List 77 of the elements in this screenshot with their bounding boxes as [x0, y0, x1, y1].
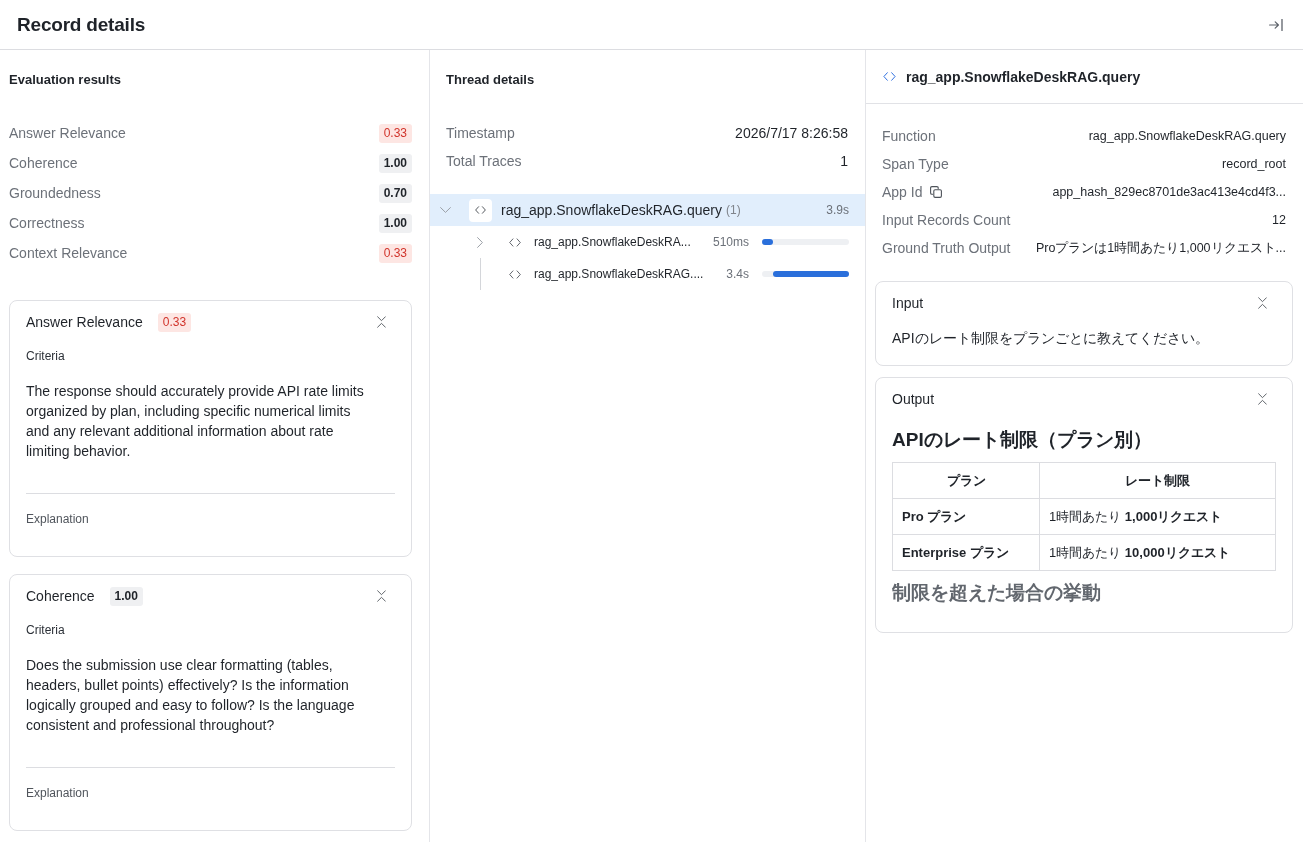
input-text: APIのレート制限をプランごとに教えてください。 — [892, 329, 1210, 348]
span-name: rag_app.SnowflakeDeskRAG.... — [534, 267, 704, 281]
chevrons-collapse-icon — [377, 316, 386, 328]
close-panel-button[interactable] — [1269, 18, 1283, 31]
span-count: (1) — [726, 203, 741, 217]
metric-label: Correctness — [9, 215, 85, 231]
metric-name: Coherence — [26, 587, 95, 606]
output-heading: APIのレート制限（プラン別） — [892, 428, 1153, 452]
score-badge: 0.70 — [378, 183, 412, 203]
property-value: 2026/7/17 8:26:58 — [735, 125, 848, 141]
span-title: rag_app.SnowflakeDeskRAG.query — [906, 68, 1141, 85]
section-title: Thread details — [446, 71, 536, 89]
property-value: 12 — [1272, 213, 1286, 227]
score-badge: 1.00 — [378, 213, 412, 233]
score-badge: 0.33 — [157, 312, 192, 332]
span-duration: 3.4s — [726, 267, 749, 281]
property-label: Total Traces — [446, 153, 522, 169]
criteria-text: Does the submission use clear formatting (tables, headers, bullet points) effectively? Is the information logically grouped and easy to follow? Is the language consistent and professional throughout? — [26, 656, 356, 735]
metric-name: Answer Relevance — [26, 313, 143, 332]
metric-label: Context Relevance — [9, 245, 128, 261]
property-value: record_root — [1222, 157, 1286, 171]
arrow-to-bar-icon — [1269, 18, 1283, 31]
score-badge: 1.00 — [109, 586, 143, 606]
code-icon — [509, 237, 521, 247]
table-header-cell: レート制限 — [1039, 462, 1276, 499]
collapse-button[interactable] — [1258, 297, 1267, 309]
collapse-button[interactable] — [1258, 393, 1267, 405]
property-value: Proプランは1時間あたり1,000リクエスト... — [1035, 239, 1286, 257]
chevron-right-icon[interactable] — [477, 236, 483, 248]
metric-label: Answer Relevance — [9, 125, 126, 141]
property-label: Ground Truth Output — [882, 240, 1011, 256]
tree-row[interactable]: rag_app.SnowflakeDeskRAG.... 3.4s — [430, 258, 865, 290]
card-title: Output — [892, 391, 935, 407]
code-icon — [883, 72, 896, 81]
property-value: rag_app.SnowflakeDeskRAG.query — [1088, 129, 1286, 143]
output-heading: 制限を超えた場合の挙動 — [892, 581, 1102, 605]
score-badge: 0.33 — [378, 243, 412, 263]
table-cell: Enterprise プラン — [892, 534, 1040, 571]
table-header-cell: プラン — [892, 462, 1040, 499]
property-label: Timestamp — [446, 125, 515, 141]
span-duration: 510ms — [712, 235, 749, 249]
chevrons-collapse-icon — [377, 590, 386, 602]
property-label: Input Records Count — [882, 212, 1011, 228]
tree-row[interactable]: rag_app.SnowflakeDeskRAG.query (1) 3.9s — [430, 194, 865, 226]
table-cell: 1時間あたり 1,000リクエスト — [1039, 498, 1276, 535]
tree-row[interactable]: rag_app.SnowflakeDeskRA... 510ms — [430, 226, 865, 258]
score-badge: 0.33 — [378, 123, 412, 143]
page-title: Record details — [17, 13, 146, 36]
copy-icon — [930, 186, 943, 198]
metric-label: Groundedness — [9, 185, 101, 201]
table-cell: Pro プラン — [892, 498, 1040, 535]
span-duration: 3.9s — [826, 203, 849, 217]
span-name: rag_app.SnowflakeDeskRA... — [534, 235, 691, 249]
property-value: 1 — [840, 153, 848, 169]
copy-button[interactable] — [930, 186, 943, 198]
chevron-down-icon[interactable] — [439, 207, 451, 213]
explanation-label: Explanation — [26, 511, 90, 528]
chevrons-collapse-icon — [1258, 297, 1267, 309]
code-icon — [475, 206, 486, 214]
criteria-label: Criteria — [26, 348, 66, 365]
property-label: Span Type — [882, 156, 949, 172]
explanation-label: Explanation — [26, 785, 90, 802]
property-label: Function — [882, 128, 936, 144]
metric-label: Coherence — [9, 155, 78, 171]
collapse-button[interactable] — [377, 316, 386, 328]
section-title: Evaluation results — [9, 71, 122, 89]
chevrons-collapse-icon — [1258, 393, 1267, 405]
criteria-label: Criteria — [26, 622, 66, 639]
collapse-button[interactable] — [377, 590, 386, 602]
criteria-text: The response should accurately provide API rate limits organized by plan, including specific numerical limits and any relevant additional information about rate limiting behavior. — [26, 382, 365, 461]
code-icon — [509, 269, 521, 279]
span-name: rag_app.SnowflakeDeskRAG.query — [501, 202, 722, 218]
table-cell: 1時間あたり 10,000リクエスト — [1039, 534, 1276, 571]
score-badge: 1.00 — [378, 153, 412, 173]
property-label: App Id — [882, 184, 923, 200]
property-value: app_hash_829ec8701de3ac413e4cd4f3... — [1052, 185, 1286, 199]
card-title: Input — [892, 295, 924, 311]
